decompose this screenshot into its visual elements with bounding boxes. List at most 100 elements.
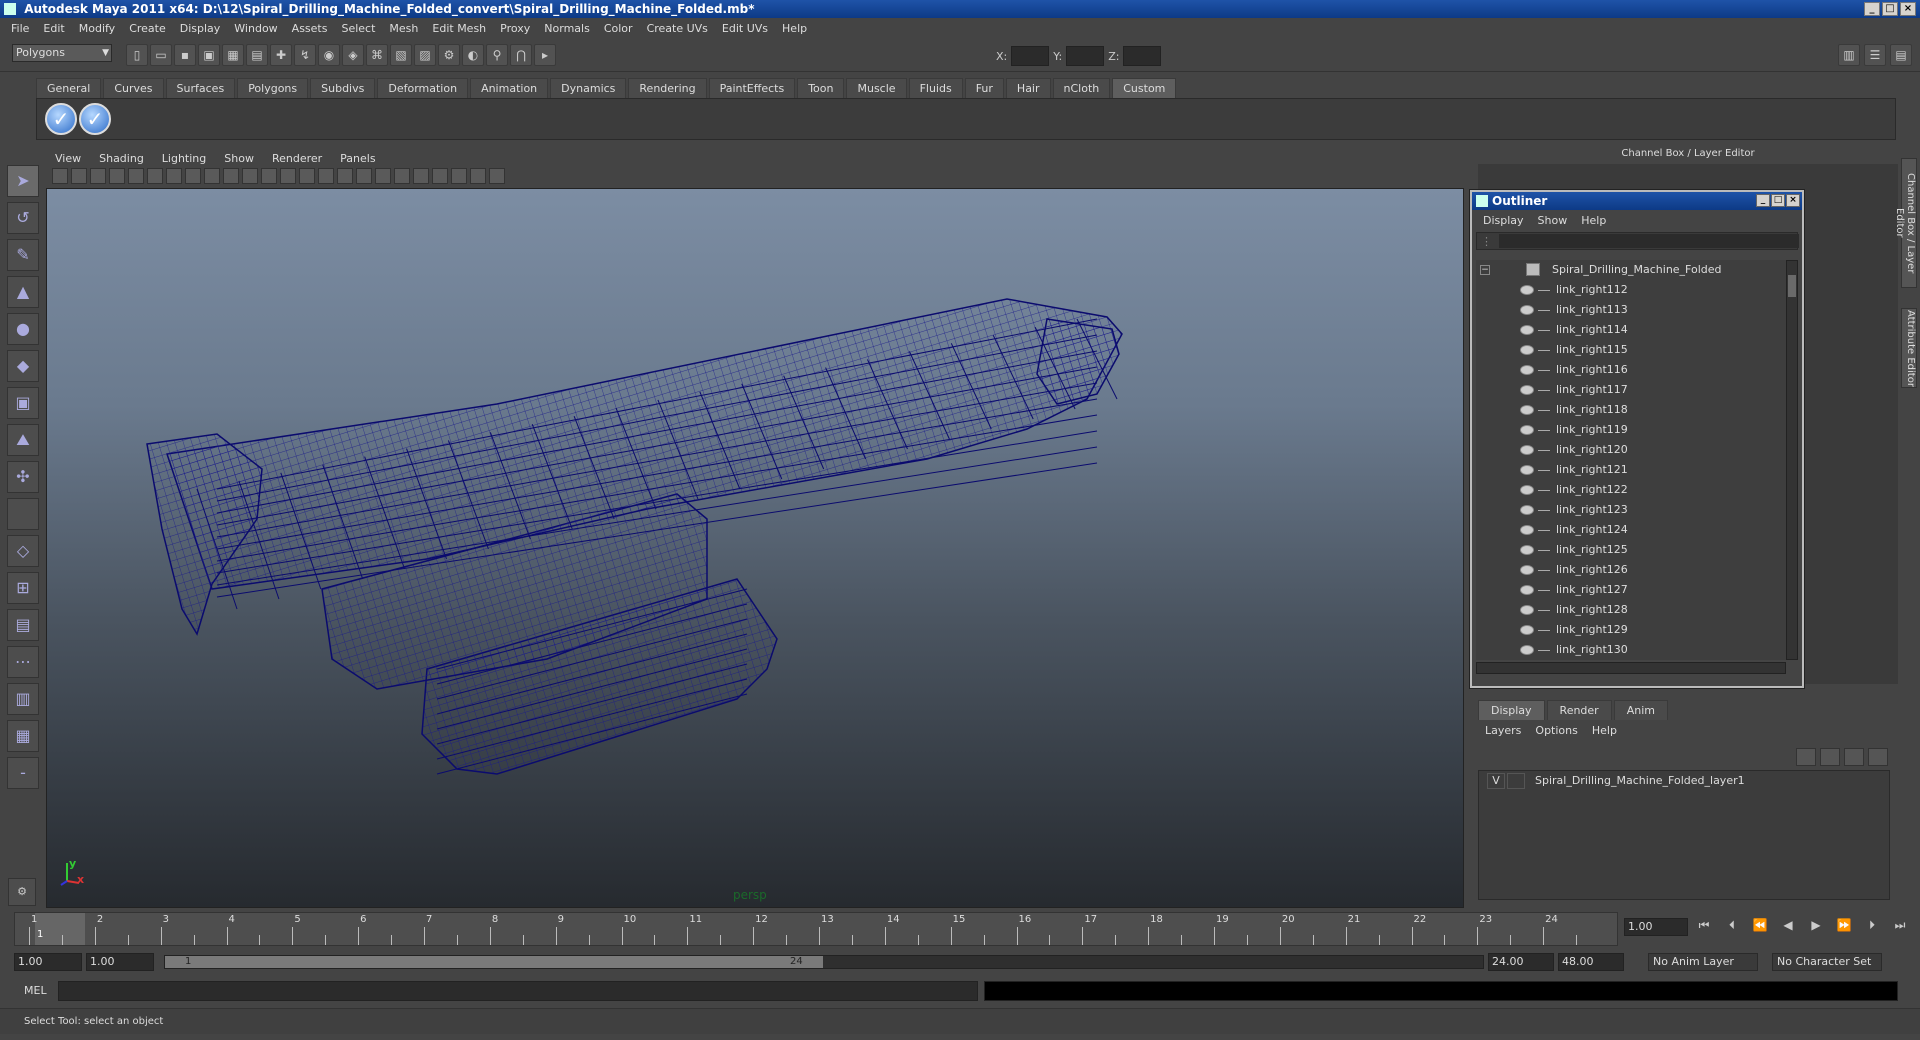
menu-select[interactable]: Select — [334, 22, 382, 35]
shelf-tab-polygons[interactable]: Polygons — [237, 78, 309, 98]
vp-menu-panels[interactable]: Panels — [331, 152, 384, 165]
menu-assets[interactable]: Assets — [285, 22, 335, 35]
range-bar[interactable]: 1 24 — [164, 955, 1484, 969]
outliner-item[interactable]: link_right122 — [1476, 480, 1786, 500]
vp-menu-shading[interactable]: Shading — [90, 152, 153, 165]
render-settings-icon[interactable]: ⚙ — [438, 44, 460, 66]
shelf-tab-animation[interactable]: Animation — [470, 78, 549, 98]
render-frame-icon[interactable]: ▧ — [390, 44, 412, 66]
collapse-icon[interactable]: - — [7, 757, 39, 789]
outliner-item[interactable]: link_right130 — [1476, 640, 1786, 660]
safe-title-icon[interactable] — [280, 168, 296, 184]
hypershade-persp-layout-icon[interactable]: ▥ — [7, 683, 39, 715]
end-time-field[interactable]: 48.00 — [1558, 953, 1624, 971]
shelf-tab-fur[interactable]: Fur — [964, 78, 1004, 98]
outliner-item[interactable]: link_right116 — [1476, 360, 1786, 380]
outliner-vertical-scrollbar[interactable] — [1786, 260, 1798, 660]
persp-graph-layout-icon[interactable]: ⋯ — [7, 646, 39, 678]
shadows-icon[interactable] — [413, 168, 429, 184]
close-button[interactable]: × — [1900, 2, 1916, 16]
hypershade-icon[interactable]: ◐ — [462, 44, 484, 66]
all-lights-icon[interactable] — [394, 168, 410, 184]
single-perspective-layout-icon[interactable]: ◇ — [7, 535, 39, 567]
step-back-frame-icon[interactable]: ⏴ — [1722, 918, 1742, 933]
two-d-pan-icon[interactable] — [128, 168, 144, 184]
menu-create-uvs[interactable]: Create UVs — [640, 22, 715, 35]
menu-edit[interactable]: Edit — [36, 22, 71, 35]
show-manipulator-icon[interactable]: ✣ — [7, 461, 39, 493]
outliner-item[interactable]: link_right114 — [1476, 320, 1786, 340]
outliner-item[interactable]: link_right119 — [1476, 420, 1786, 440]
magnet-icon[interactable]: ⋂ — [510, 44, 532, 66]
layer-menu-options[interactable]: Options — [1528, 724, 1584, 737]
gate-mask-icon[interactable] — [223, 168, 239, 184]
outliner-item[interactable]: link_right115 — [1476, 340, 1786, 360]
persp-outliner-layout-icon[interactable]: ▤ — [7, 609, 39, 641]
select-component-icon[interactable]: ▤ — [246, 44, 268, 66]
resolution-gate-icon[interactable] — [204, 168, 220, 184]
menu-set-dropdown[interactable]: Polygons ▼ — [12, 44, 112, 62]
mel-command-input[interactable] — [58, 981, 978, 1001]
outliner-close-button[interactable]: × — [1786, 194, 1800, 207]
shelf-tab-curves[interactable]: Curves — [103, 78, 164, 98]
outliner-search-input[interactable] — [1499, 234, 1799, 248]
snap-grid-icon[interactable]: ✚ — [270, 44, 292, 66]
four-view-layout-icon[interactable]: ⊞ — [7, 572, 39, 604]
new-layer-from-selection-icon[interactable] — [1868, 748, 1888, 766]
select-tool-icon[interactable]: ➤ — [7, 165, 39, 197]
vp-menu-show[interactable]: Show — [215, 152, 263, 165]
layer-row[interactable]: V Spiral_Drilling_Machine_Folded_layer1 — [1479, 771, 1889, 791]
rotate-tool-icon[interactable]: ● — [7, 313, 39, 345]
shelf-tab-toon[interactable]: Toon — [797, 78, 845, 98]
layer-menu-layers[interactable]: Layers — [1478, 724, 1528, 737]
custom-checkmark-icon[interactable]: ✓ — [79, 103, 111, 135]
soft-modification-icon[interactable]: ⛰ — [7, 424, 39, 456]
outliner-menu-help[interactable]: Help — [1574, 214, 1613, 227]
channel-box-side-tab[interactable]: Channel Box / Layer Editor — [1894, 158, 1917, 288]
step-forward-key-icon[interactable]: ⏩ — [1834, 918, 1854, 933]
outliner-item[interactable]: link_right112 — [1476, 280, 1786, 300]
select-hierarchy-icon[interactable]: ▣ — [198, 44, 220, 66]
shelf-tab-subdivs[interactable]: Subdivs — [310, 78, 376, 98]
range-handle[interactable]: 1 24 — [165, 956, 823, 968]
snap-plane-icon[interactable]: ◈ — [342, 44, 364, 66]
play-forwards-icon[interactable]: ▶ — [1806, 918, 1826, 933]
playback-end-field[interactable]: 24.00 — [1488, 953, 1554, 971]
perspective-viewport[interactable]: y x persp — [46, 188, 1464, 908]
lock-icon[interactable]: ⚲ — [486, 44, 508, 66]
layer-visibility-toggle[interactable]: V — [1487, 773, 1505, 789]
grease-pencil-icon[interactable] — [147, 168, 163, 184]
layer-tab-anim[interactable]: Anim — [1613, 700, 1668, 720]
move-layer-down-icon[interactable] — [1820, 748, 1840, 766]
attribute-editor-side-tab[interactable]: Attribute Editor — [1901, 308, 1917, 388]
layer-tab-display[interactable]: Display — [1478, 700, 1545, 720]
outliner-item[interactable]: link_right113 — [1476, 300, 1786, 320]
wireframe-icon[interactable] — [299, 168, 315, 184]
shelf-tab-dynamics[interactable]: Dynamics — [550, 78, 627, 98]
outliner-menu-show[interactable]: Show — [1531, 214, 1575, 227]
xray-joints-icon[interactable] — [470, 168, 486, 184]
outliner-item[interactable]: link_right124 — [1476, 520, 1786, 540]
history-icon[interactable]: ⌘ — [366, 44, 388, 66]
menu-edit-mesh[interactable]: Edit Mesh — [425, 22, 493, 35]
minimize-button[interactable]: _ — [1864, 2, 1880, 16]
shelf-tab-rendering[interactable]: Rendering — [628, 78, 707, 98]
universal-manipulator-icon[interactable]: ▣ — [7, 387, 39, 419]
menu-edit-uvs[interactable]: Edit UVs — [715, 22, 775, 35]
menu-mesh[interactable]: Mesh — [382, 22, 425, 35]
collapse-icon[interactable]: − — [1480, 265, 1490, 275]
outliner-item[interactable]: link_right125 — [1476, 540, 1786, 560]
layer-playback-toggle[interactable] — [1507, 773, 1525, 789]
outliner-maximize-button[interactable]: □ — [1771, 194, 1785, 207]
menu-window[interactable]: Window — [227, 22, 284, 35]
start-time-field[interactable]: 1.00 — [14, 953, 82, 971]
y-field[interactable] — [1066, 46, 1105, 66]
outliner-root-item[interactable]: − Spiral_Drilling_Machine_Folded — [1476, 260, 1786, 280]
go-to-start-icon[interactable]: ⏮ — [1694, 918, 1714, 933]
menu-normals[interactable]: Normals — [537, 22, 597, 35]
x-field[interactable] — [1011, 46, 1050, 66]
playback-start-field[interactable]: 1.00 — [86, 953, 154, 971]
new-scene-icon[interactable]: ▯ — [126, 44, 148, 66]
shelf-tab-deformation[interactable]: Deformation — [377, 78, 469, 98]
tool-settings-toggle-icon[interactable]: ☰ — [1864, 44, 1886, 66]
